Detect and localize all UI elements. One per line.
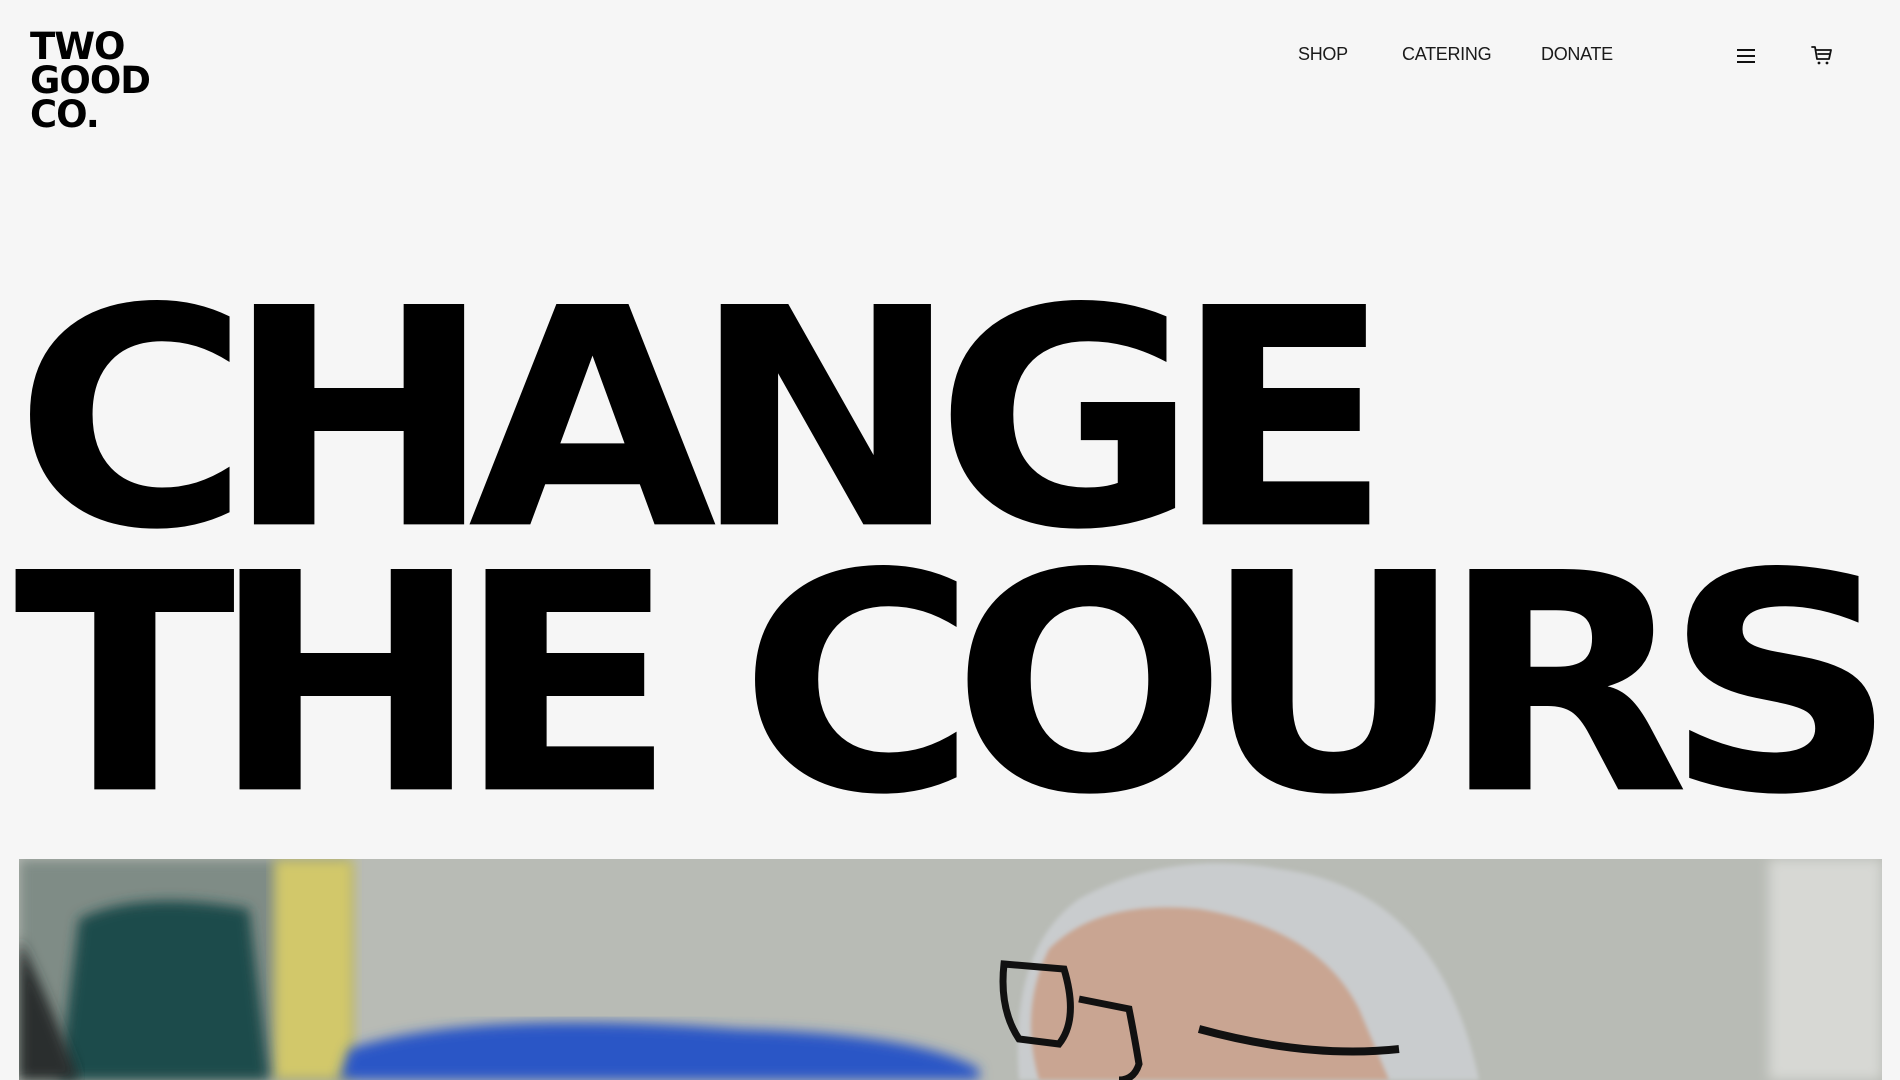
hero-photo [19, 859, 1882, 1080]
shopping-cart-icon[interactable] [1810, 44, 1834, 66]
hamburger-menu-icon[interactable] [1737, 48, 1755, 63]
site-header: TWO GOOD CO. SHOP CATERING DONATE [0, 0, 1900, 150]
nav-catering-link[interactable]: CATERING [1402, 44, 1492, 65]
nav-shop-link[interactable]: SHOP [1298, 44, 1348, 65]
nav-donate-link[interactable]: DONATE [1541, 44, 1613, 65]
logo-line-3: CO. [30, 93, 100, 136]
page: TWO GOOD CO. SHOP CATERING DONATE CHANGE… [0, 0, 1900, 1080]
headline-line-2: THE COURSE [14, 508, 1900, 861]
two-good-co-logo[interactable]: TWO GOOD CO. [30, 28, 170, 136]
